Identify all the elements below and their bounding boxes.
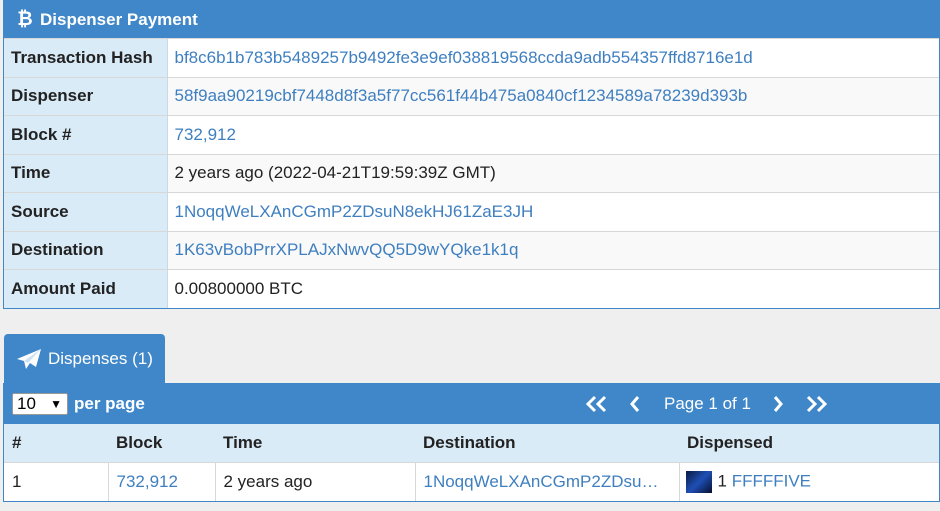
per-page-label: per page xyxy=(74,394,145,413)
row-number: 1 xyxy=(4,461,109,501)
tab-dispenses[interactable]: Dispenses (1) xyxy=(4,334,165,384)
bitcoin-icon: ₿ xyxy=(17,8,33,30)
row-dispensed: 1 FFFFFIVE xyxy=(679,461,939,501)
source-address-link[interactable]: 1NoqqWeLXAnCGmP2ZDsuN8ekHJ61ZaE3JH xyxy=(175,202,534,221)
dispenses-grid: 10 ▼ per page Page 1 of 1 # Block Time D… xyxy=(3,383,940,502)
next-page-icon[interactable] xyxy=(767,395,789,413)
row-destination: Destination 1K63vBobPrrXPLAJxNwvQQ5D9wYQ… xyxy=(4,230,939,270)
pagination: Page 1 of 1 xyxy=(582,384,831,424)
row-destination-link[interactable]: 1NoqqWeLXAnCGmP2ZDsu… xyxy=(424,472,659,491)
row-label: Transaction Hash xyxy=(4,38,168,77)
row-block: Block # 732,912 xyxy=(4,115,939,154)
column-header-number[interactable]: # xyxy=(4,424,108,462)
per-page-select[interactable]: 10 ▼ xyxy=(12,393,68,415)
column-header-destination[interactable]: Destination xyxy=(415,424,679,462)
row-block-link[interactable]: 732,912 xyxy=(117,472,178,491)
row-label: Time xyxy=(4,153,168,193)
row-time: Time 2 years ago (2022-04-21T19:59:39Z G… xyxy=(4,153,939,193)
per-page-value: 10 xyxy=(17,394,36,413)
row-dispenser: Dispenser 58f9aa90219cbf7448d8f3a5f77cc5… xyxy=(4,76,939,116)
row-transaction-hash: Transaction Hash bf8c6b1b783b5489257b949… xyxy=(4,38,939,77)
column-header-dispensed[interactable]: Dispensed xyxy=(679,424,939,462)
details-table: Transaction Hash bf8c6b1b783b5489257b949… xyxy=(4,38,939,308)
dispenser-link[interactable]: 58f9aa90219cbf7448d8f3a5f77cc561f44b475a… xyxy=(175,86,748,105)
tab-label: Dispenses (1) xyxy=(48,349,153,368)
row-time: 2 years ago xyxy=(215,461,416,501)
block-link[interactable]: 732,912 xyxy=(175,125,236,144)
row-label: Source xyxy=(4,192,168,231)
dispensed-quantity: 1 xyxy=(717,471,727,491)
dispenses-table: # Block Time Destination Dispensed 1 732… xyxy=(4,424,939,501)
previous-page-icon[interactable] xyxy=(624,395,646,413)
panel-title: Dispenser Payment xyxy=(40,9,198,29)
panel-header: ₿ Dispenser Payment xyxy=(4,1,939,38)
asset-link[interactable]: FFFFFIVE xyxy=(732,471,811,490)
amount-paid-value: 0.00800000 BTC xyxy=(167,269,939,308)
dispenser-payment-panel: ₿ Dispenser Payment Transaction Hash bf8… xyxy=(3,0,940,309)
chevron-down-icon: ▼ xyxy=(50,397,62,411)
asset-thumbnail[interactable] xyxy=(685,470,712,493)
row-label: Amount Paid xyxy=(4,269,168,308)
row-label: Dispenser xyxy=(4,76,168,116)
row-amount-paid: Amount Paid 0.00800000 BTC xyxy=(4,269,939,308)
table-row: 1 732,912 2 years ago 1NoqqWeLXAnCGmP2ZD… xyxy=(4,461,939,501)
last-page-icon[interactable] xyxy=(801,395,831,413)
page-indicator: Page 1 of 1 xyxy=(664,394,751,413)
column-header-block[interactable]: Block xyxy=(108,424,215,462)
grid-toolbar: 10 ▼ per page Page 1 of 1 xyxy=(4,384,939,424)
paper-plane-icon xyxy=(17,349,41,369)
destination-address-link[interactable]: 1K63vBobPrrXPLAJxNwvQQ5D9wYQke1k1q xyxy=(175,240,519,259)
table-header-row: # Block Time Destination Dispensed xyxy=(4,424,939,462)
column-header-time[interactable]: Time xyxy=(215,424,415,462)
transaction-hash-link[interactable]: bf8c6b1b783b5489257b9492fe3e9ef038819568… xyxy=(175,48,753,67)
row-label: Block # xyxy=(4,115,168,154)
time-value: 2 years ago (2022-04-21T19:59:39Z GMT) xyxy=(167,153,939,193)
row-label: Destination xyxy=(4,230,168,270)
first-page-icon[interactable] xyxy=(582,395,612,413)
row-source: Source 1NoqqWeLXAnCGmP2ZDsuN8ekHJ61ZaE3J… xyxy=(4,192,939,231)
